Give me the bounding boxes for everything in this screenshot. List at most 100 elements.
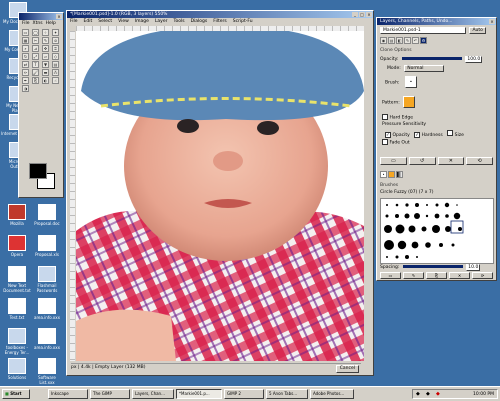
size-checkbox[interactable]	[447, 130, 454, 136]
paintbrush-icon[interactable]: 🖌	[32, 69, 39, 76]
close-icon[interactable]: ×	[56, 14, 62, 19]
reset-options-icon[interactable]: ⟲	[466, 157, 493, 165]
paths-tab-icon[interactable]: ✎	[404, 37, 411, 44]
taskbar-item-gimp[interactable]: The GIMP	[90, 389, 130, 399]
undo-tab-icon[interactable]: ↶	[412, 37, 419, 44]
menu-file[interactable]: File	[22, 20, 30, 27]
mode-dropdown[interactable]: Normal	[404, 65, 445, 72]
menu-filters[interactable]: Filters	[213, 18, 227, 25]
brush-grid[interactable]	[380, 198, 494, 264]
cancel-button[interactable]: Cancel	[335, 365, 359, 373]
desktop-icon-opera[interactable]: Opera	[0, 235, 34, 257]
text-icon[interactable]: T	[32, 61, 39, 68]
duplicate-brush-icon[interactable]: ⎘	[426, 272, 447, 279]
edit-brush-icon[interactable]: ✎	[403, 272, 424, 279]
opacity-slider[interactable]	[401, 57, 462, 60]
new-brush-icon[interactable]: ▭	[380, 272, 401, 279]
bucket-fill-icon[interactable]: ▼	[42, 61, 49, 68]
menu-view[interactable]: View	[118, 18, 129, 25]
menu-layer[interactable]: Layer	[155, 18, 168, 25]
pattern-swatch-icon[interactable]	[388, 171, 395, 178]
pencil-icon[interactable]: ✏	[22, 69, 29, 76]
opacity-field[interactable]: 100.0	[465, 56, 483, 63]
hard-edge-checkbox[interactable]	[382, 114, 388, 120]
taskbar-item-gimp2[interactable]: GIMP 2	[224, 389, 264, 399]
desktop-icon-solutions[interactable]: Solutions	[0, 358, 34, 380]
channels-tab-icon[interactable]: ◧	[396, 37, 403, 44]
taskbar-item-photoshop[interactable]: Adobe Photos...	[310, 389, 354, 399]
clone-icon[interactable]: ⎘	[32, 77, 39, 84]
smudge-icon[interactable]: ☝	[52, 77, 59, 84]
desktop-icon-flashmail[interactable]: Flashmail Passwords	[30, 266, 64, 293]
color-area[interactable]	[27, 161, 57, 193]
paths-icon[interactable]: ✎	[42, 37, 49, 44]
desktop-icon-test-txt[interactable]: Test.txt	[0, 298, 34, 320]
network-tray-icon[interactable]: ◆	[426, 391, 430, 397]
perspective-icon[interactable]: ◇	[52, 53, 59, 60]
flip-icon[interactable]: ⇄	[22, 61, 29, 68]
rotate-icon[interactable]: ↻	[22, 53, 29, 60]
pattern-preview[interactable]	[403, 96, 416, 108]
taskbar-item-markie[interactable]: *Markie001.p...	[176, 389, 222, 399]
menu-select[interactable]: Select	[98, 18, 112, 25]
fade-out-checkbox[interactable]	[382, 139, 388, 145]
blend-icon[interactable]: ▤	[52, 61, 59, 68]
eraser-icon[interactable]: ▬	[42, 69, 49, 76]
delete-brush-icon[interactable]: ✕	[449, 272, 470, 279]
menu-help[interactable]: Help	[46, 20, 56, 27]
scissors-icon[interactable]: ✂	[32, 37, 39, 44]
rect-select-icon[interactable]: ▭	[22, 29, 29, 36]
scale-icon[interactable]: ⤢	[32, 53, 39, 60]
menu-dialogs[interactable]: Dialogs	[191, 18, 208, 25]
spacing-field[interactable]: 10.0	[466, 264, 481, 271]
spacing-slider[interactable]	[402, 265, 463, 268]
taskbar-item-layers[interactable]: Layers, Chan...	[132, 389, 174, 399]
refresh-brushes-icon[interactable]: ⟳	[472, 272, 493, 279]
desktop-icon-new-text[interactable]: New Text Document.txt	[0, 266, 34, 293]
color-picker-icon[interactable]: ⊘	[52, 37, 59, 44]
minimize-icon[interactable]: _	[352, 12, 358, 17]
desktop-icon-area-info[interactable]: area.info.xxx	[30, 298, 64, 320]
menu-file[interactable]: File	[70, 18, 78, 25]
save-options-icon[interactable]: ▭	[380, 157, 407, 165]
shear-icon[interactable]: ▱	[42, 53, 49, 60]
gradient-swatch-icon[interactable]	[396, 171, 403, 178]
color-select-icon[interactable]: ▦	[22, 37, 29, 44]
ink-icon[interactable]: ✒	[22, 77, 29, 84]
tool-options-tab-icon[interactable]: ⚙	[420, 37, 427, 44]
taskbar-item-tabs[interactable]: 5 Anon Tabs...	[266, 389, 308, 399]
menu-edit[interactable]: Edit	[84, 18, 93, 25]
restore-options-icon[interactable]: ↺	[408, 157, 436, 165]
brush-tab-icon[interactable]: ◉	[380, 37, 387, 44]
auto-button[interactable]: Auto	[469, 27, 486, 34]
menu-image[interactable]: Image	[135, 18, 149, 25]
brush-swatch-icon[interactable]: •	[380, 171, 387, 178]
image-select-dropdown[interactable]: Markie001.psd-1	[380, 27, 466, 34]
fuzzy-select-icon[interactable]: ✦	[52, 29, 59, 36]
free-select-icon[interactable]: ᛜ	[42, 29, 49, 36]
crop-icon[interactable]: ⌗	[52, 45, 59, 52]
maximize-icon[interactable]: □	[359, 12, 365, 17]
antivirus-tray-icon[interactable]: ◆	[436, 391, 440, 397]
menu-script-fu[interactable]: Script-Fu	[233, 18, 253, 25]
dodge-burn-icon[interactable]: ◑	[22, 85, 29, 92]
close-icon[interactable]: ×	[489, 19, 495, 24]
foreground-color-swatch[interactable]	[29, 163, 47, 179]
close-icon[interactable]: ×	[366, 12, 372, 17]
hardness-checkbox[interactable]: ✓	[414, 132, 421, 138]
menu-xtns[interactable]: Xtns	[33, 20, 43, 27]
desktop-icon-software-list[interactable]: Software List.xxx	[30, 358, 64, 385]
volume-icon[interactable]: ◆	[416, 391, 420, 397]
move-icon[interactable]: ✥	[42, 45, 49, 52]
ellipse-select-icon[interactable]: ◯	[32, 29, 39, 36]
measure-icon[interactable]: ⊿	[32, 45, 39, 52]
start-button[interactable]: ■ Start	[2, 389, 30, 399]
opacity-checkbox[interactable]: ✓	[385, 132, 391, 138]
desktop-icon-area-info-2[interactable]: area.info.xxx	[30, 328, 64, 350]
delete-options-icon[interactable]: ✕	[437, 157, 465, 165]
zoom-icon[interactable]: ⌕	[22, 45, 29, 52]
convolve-icon[interactable]: ◐	[42, 77, 49, 84]
desktop-icon-proposal-xls[interactable]: Proposal.xls	[30, 235, 64, 257]
airbrush-icon[interactable]: ⁂	[52, 69, 59, 76]
menu-tools[interactable]: Tools	[173, 18, 184, 25]
